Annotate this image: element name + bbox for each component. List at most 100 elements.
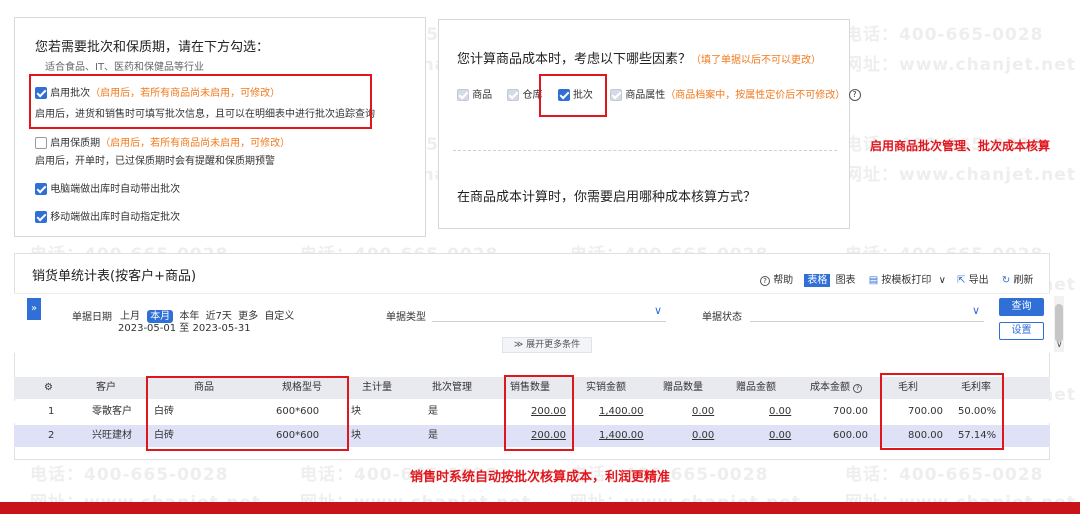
col-profit[interactable]: 毛利 <box>898 377 918 399</box>
warehouse-option[interactable]: 仓库 <box>507 89 543 101</box>
print-template-action[interactable]: ▤ 按模板打印 <box>869 275 932 286</box>
doc-status-label: 单据状态 <box>702 312 742 323</box>
cell-spec: 600*600 <box>276 430 320 441</box>
warehouse-label: 仓库 <box>522 90 543 101</box>
cell-gift-amount[interactable]: 0.00 <box>769 425 791 447</box>
col-sales-amount[interactable]: 实销金额 <box>586 377 626 399</box>
export-action[interactable]: ⇱ 导出 <box>957 275 989 286</box>
table-row[interactable]: 1 零散客户 白砖 600*600 块 是 200.00 1,400.00 0.… <box>14 401 1050 423</box>
attr-note: （商品档案中，按属性定价后不可修改） <box>665 90 846 101</box>
cell-gift-amount[interactable]: 0.00 <box>769 401 791 423</box>
doc-type-select[interactable]: ∨ <box>432 304 666 322</box>
pc-auto-batch-option[interactable]: 电脑端做出库时自动带出批次 <box>35 180 180 195</box>
chevron-down-icon[interactable]: ∨ <box>1056 340 1063 350</box>
col-unit[interactable]: 主计量 <box>362 377 392 399</box>
col-cost-amount[interactable]: 成本金额 ? <box>810 377 863 399</box>
cell-gift-qty[interactable]: 0.00 <box>692 401 714 423</box>
help-action[interactable]: ? 帮助 <box>760 275 793 286</box>
export-label: 导出 <box>968 275 989 286</box>
col-product[interactable]: 商品 <box>194 377 214 399</box>
query-button[interactable]: 查询 <box>999 298 1044 316</box>
col-batch-mgmt[interactable]: 批次管理 <box>432 377 472 399</box>
double-chevron-right-icon[interactable]: » <box>27 298 41 320</box>
cost-method-question: 在商品成本计算时，你需要启用哪种成本核算方式？ <box>457 190 757 205</box>
batch-description: 启用后，进货和销售时可填写批次信息，且可以在明细表中进行批次追踪查询 <box>35 109 375 120</box>
col-profit-rate[interactable]: 毛利率 <box>961 377 991 399</box>
goods-checkbox[interactable] <box>457 89 469 101</box>
pc-auto-batch-checkbox[interactable] <box>35 183 47 195</box>
mobile-auto-batch-checkbox[interactable] <box>35 211 47 223</box>
double-chevron-down-icon: ≫ <box>513 340 524 350</box>
watermark-site: 网址：www.chanjet.net <box>845 165 1076 185</box>
cell-profit: 700.00 <box>908 406 943 417</box>
col-customer[interactable]: 客户 <box>96 377 116 399</box>
report-toolbar: ? 帮助 表格 图表 ▤ 按模板打印 ∨ ⇱ 导出 ↻ 刷新 <box>760 271 1034 287</box>
warehouse-checkbox[interactable] <box>507 89 520 101</box>
refresh-icon: ↻ <box>1001 275 1011 286</box>
cell-gift-qty[interactable]: 0.00 <box>692 425 714 447</box>
question-circle-icon: ? <box>760 276 770 286</box>
cell-product: 白砖 <box>154 406 174 417</box>
shelf-life-checkbox[interactable] <box>35 137 47 149</box>
expand-label: 展开更多条件 <box>526 340 581 350</box>
batch-factor-label: 批次 <box>572 90 593 101</box>
panel-divider <box>453 150 837 151</box>
cost-factors-question: 您计算商品成本时，考虑以下哪些因素？（填了单据以后不可以更改） <box>457 48 821 67</box>
refresh-label: 刷新 <box>1013 275 1034 286</box>
export-icon: ⇱ <box>957 275 966 286</box>
scrollbar-thumb[interactable] <box>1055 304 1063 342</box>
col-gift-qty[interactable]: 赠品数量 <box>663 377 703 399</box>
cell-customer: 零散客户 <box>92 406 132 417</box>
watermark-phone: 电话：400-665-0028 <box>845 25 1044 45</box>
shelf-life-label: 启用保质期 <box>50 138 101 149</box>
cell-customer: 兴旺建材 <box>92 430 132 441</box>
cell-sales-qty[interactable]: 200.00 <box>531 401 566 423</box>
callout-batch-management: 启用商品批次管理、批次成本核算 <box>869 139 1050 153</box>
cell-cost: 600.00 <box>833 430 868 441</box>
cell-profit-rate: 57.14% <box>958 430 997 441</box>
cost-factors-note: （填了单据以后不可以更改） <box>691 55 822 66</box>
doc-status-select[interactable]: ∨ <box>750 304 984 322</box>
cell-sales-amount[interactable]: 1,400.00 <box>599 425 644 447</box>
settings-button[interactable]: 设置 <box>999 322 1044 340</box>
attr-option[interactable]: 商品属性 <box>610 89 665 101</box>
attr-checkbox[interactable] <box>610 89 623 101</box>
help-label: 帮助 <box>773 275 794 286</box>
cell-spec: 600*600 <box>276 406 320 417</box>
report-table-header: ⚙ 客户 商品 规格型号 主计量 批次管理 销售数量 实销金额 赠品数量 赠品金… <box>14 377 1050 399</box>
mobile-auto-batch-option[interactable]: 移动端做出库时自动指定批次 <box>35 208 180 223</box>
col-spec[interactable]: 规格型号 <box>282 377 322 399</box>
batch-checkbox[interactable] <box>35 87 47 99</box>
chevron-down-icon: ∨ <box>653 304 662 317</box>
col-sales-qty[interactable]: 销售数量 <box>510 377 550 399</box>
batch-factor-option[interactable]: 批次 <box>557 89 593 101</box>
cost-factors-panel: 您计算商品成本时，考虑以下哪些因素？（填了单据以后不可以更改） 商品 仓库 批次… <box>438 19 861 229</box>
cell-batch: 是 <box>428 430 438 441</box>
expand-more-conditions[interactable]: ≫ 展开更多条件 <box>502 337 592 353</box>
col-cost-amount-label: 成本金额 <box>810 382 850 393</box>
shelf-life-option[interactable]: 启用保质期（启用后，若所有商品尚未启用，可修改） <box>35 134 290 149</box>
goods-option[interactable]: 商品 <box>457 89 492 101</box>
refresh-action[interactable]: ↻ 刷新 <box>1002 275 1034 286</box>
batch-note: （启用后，若所有商品尚未启用，可修改） <box>90 88 281 99</box>
col-gift-amount[interactable]: 赠品金额 <box>736 377 776 399</box>
batch-settings-panel: 您若需要批次和保质期，请在下方勾选： 适合食品、IT、医药和保健品等行业 启用批… <box>14 17 426 237</box>
cell-profit: 800.00 <box>908 430 943 441</box>
settings-gear-icon[interactable]: ⚙ <box>44 377 53 399</box>
chevron-down-icon: ∨ <box>971 304 980 317</box>
date-range-value: 2023-05-01 至 2023-05-31 <box>118 323 251 334</box>
cell-sales-qty[interactable]: 200.00 <box>531 425 566 447</box>
mobile-auto-batch-label: 移动端做出库时自动指定批次 <box>50 212 181 223</box>
row-index: 2 <box>48 430 55 441</box>
batch-factor-checkbox[interactable] <box>557 89 570 101</box>
cell-sales-amount[interactable]: 1,400.00 <box>599 401 644 423</box>
batch-option[interactable]: 启用批次（启用后，若所有商品尚未启用，可修改） <box>35 84 280 99</box>
table-view-toggle[interactable]: 表格 <box>804 274 831 287</box>
date-opt-custom[interactable]: 自定义 <box>264 311 294 322</box>
table-row[interactable]: 2 兴旺建材 白砖 600*600 块 是 200.00 1,400.00 0.… <box>14 425 1050 447</box>
batch-settings-title: 您若需要批次和保质期，请在下方勾选： <box>35 40 270 55</box>
bottom-brand-bar <box>0 502 1080 514</box>
question-circle-icon[interactable]: ? <box>848 89 861 101</box>
chart-view-toggle[interactable]: 图表 <box>836 275 856 286</box>
chevron-down-icon[interactable]: ∨ <box>939 275 946 286</box>
